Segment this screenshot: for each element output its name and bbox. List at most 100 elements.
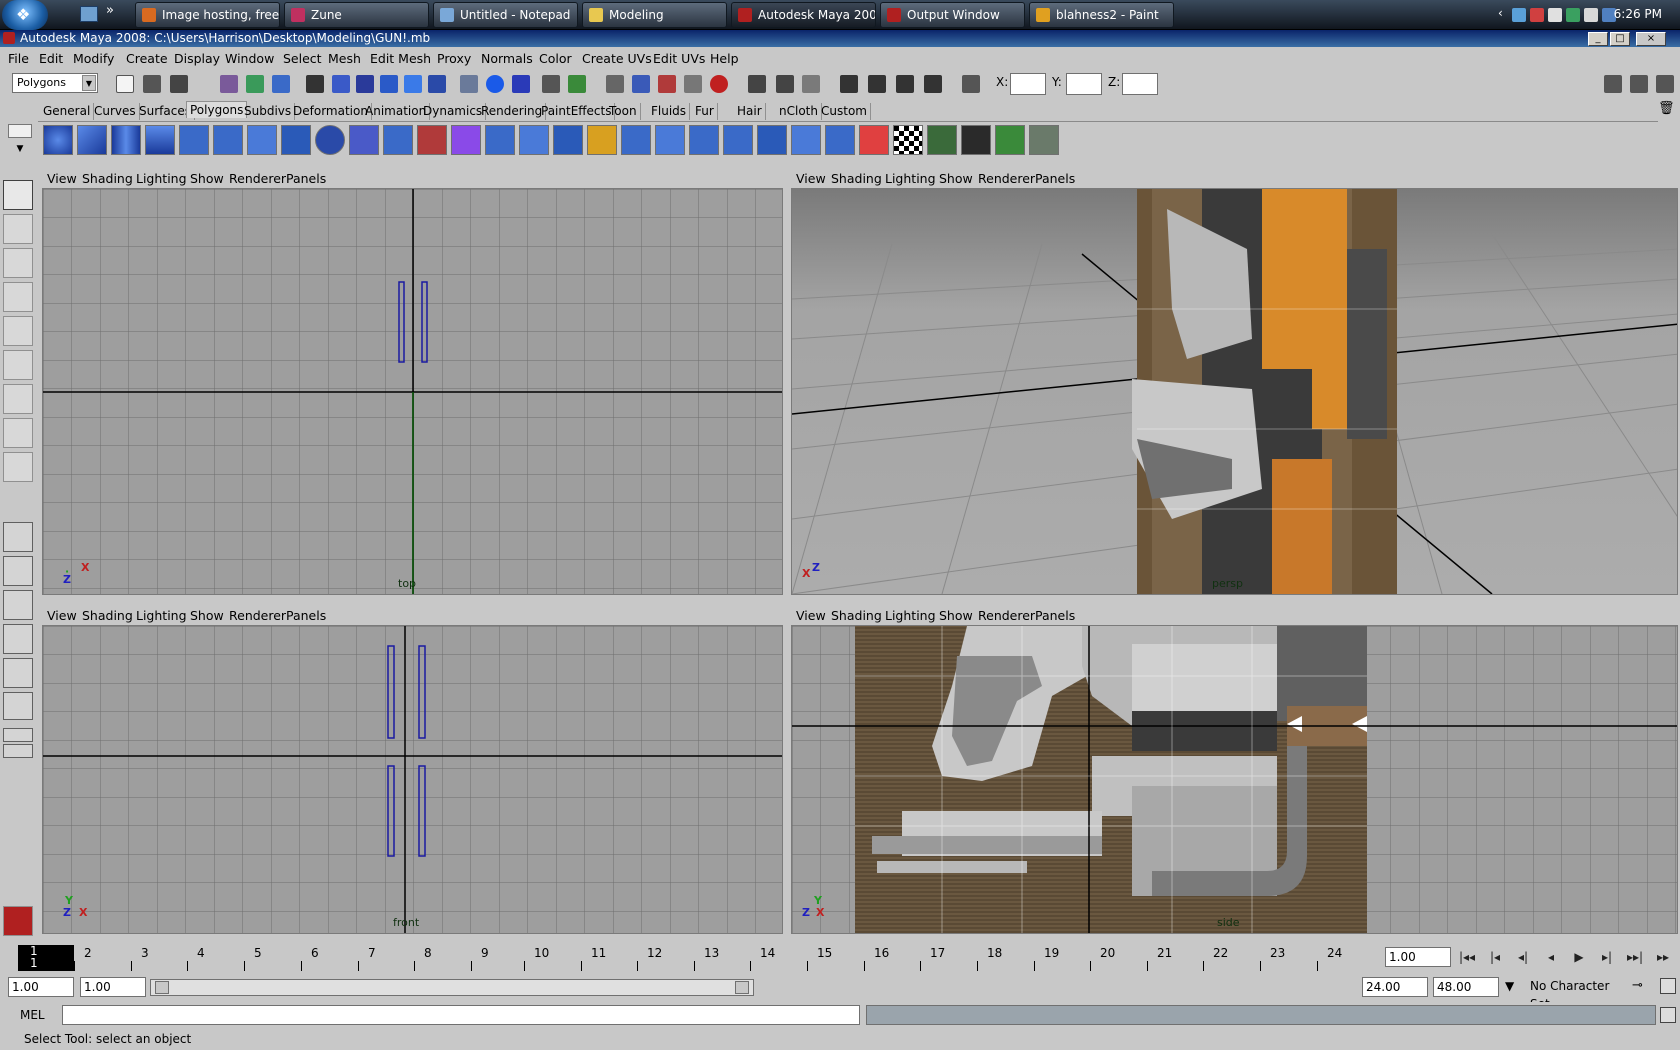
vp-menu-shading[interactable]: Shading [82,608,133,623]
checker-icon[interactable] [893,125,923,155]
vp-menu-shading[interactable]: Shading [82,171,133,186]
menu-help[interactable]: Help [710,51,739,66]
start-time-field[interactable]: 1.00 [8,977,74,997]
tab-polygons[interactable]: Polygons [186,101,248,118]
uv-texture-editor-icon[interactable] [927,125,957,155]
range-start-handle[interactable] [155,981,169,994]
time-slider-track[interactable]: 11 2 3 4 5 6 7 8 9 10 11 12 13 14 15 16 … [16,943,1368,973]
extrude-icon[interactable] [485,125,515,155]
play-forwards-button[interactable]: ▶ [1567,947,1591,967]
poly-plane-icon[interactable] [179,125,209,155]
tab-fluids[interactable]: Fluids [648,103,691,120]
range-slider-bar[interactable] [150,979,754,996]
show-manipulator-icon[interactable] [3,452,33,482]
vp-menu-view[interactable]: View [47,171,77,186]
select-curves-icon[interactable] [380,75,398,93]
split-polygon-icon[interactable] [587,125,617,155]
snap-view-plane-icon[interactable] [684,75,702,93]
network-icon[interactable] [1512,8,1526,22]
vp-menu-panels[interactable]: Panels [1035,171,1075,186]
mask-menu-icon[interactable] [306,75,324,93]
viewport-canvas[interactable]: · X Z top [42,188,783,595]
tab-subdivs[interactable]: Subdivs [241,103,296,120]
viewport-canvas[interactable]: Y Z X front [42,625,783,934]
poly-cylinder-icon[interactable] [111,125,141,155]
menu-window[interactable]: Window [225,51,274,66]
menu-set-select[interactable]: Polygons ▼ [12,73,98,93]
poly-cone-icon[interactable] [145,125,175,155]
vp-menu-renderer[interactable]: Renderer [978,608,1035,623]
clock[interactable]: 6:26 PM [1614,7,1662,21]
playback-start-field[interactable]: 1.00 [80,977,146,997]
go-to-end-button[interactable]: ▸▸ [1651,947,1675,967]
bevel-icon[interactable] [689,125,719,155]
current-frame-marker[interactable]: 11 [18,945,74,971]
animation-preferences-icon[interactable] [1660,978,1676,994]
tab-painteffects[interactable]: PaintEffects [538,103,616,120]
messenger-icon[interactable] [1548,8,1562,22]
select-handles-icon[interactable] [332,75,350,93]
poly-helix-icon[interactable] [315,125,345,155]
uv-layout-icon[interactable] [961,125,991,155]
menu-normals[interactable]: Normals [481,51,533,66]
lasso-tool-icon[interactable] [3,214,33,244]
smooth-icon[interactable] [451,125,481,155]
snap-grid-icon[interactable] [606,75,624,93]
current-time-field[interactable]: 1.00 [1385,947,1451,967]
menu-modify[interactable]: Modify [73,51,114,66]
render-current-frame-icon[interactable] [868,75,886,93]
vp-menu-lighting[interactable]: Lighting [136,608,187,623]
task-image-hosting[interactable]: Image hosting, free ... [135,2,280,28]
vp-menu-renderer[interactable]: Renderer [978,171,1035,186]
custom-layout-1-icon[interactable] [3,728,33,742]
single-perspective-layout-icon[interactable] [3,522,33,552]
tab-curves[interactable]: Curves [91,103,140,120]
move-tool-icon[interactable] [3,282,33,312]
rotate-tool-icon[interactable] [3,316,33,346]
tab-hair[interactable]: Hair [734,103,766,120]
menu-create-uvs[interactable]: Create UVs [582,51,652,66]
tab-ncloth[interactable]: nCloth [776,103,822,120]
render-view-icon[interactable] [840,75,858,93]
go-to-start-button[interactable]: |◂◂ [1455,947,1479,967]
snap-point-icon[interactable] [658,75,676,93]
select-surfaces-icon[interactable] [404,75,422,93]
step-forward-frame-button[interactable]: ▸| [1595,947,1619,967]
vp-menu-lighting[interactable]: Lighting [136,171,187,186]
y-field[interactable] [1066,73,1102,95]
shelf-menu-button[interactable]: ▼ [8,124,32,166]
maximize-button[interactable]: □ [1610,32,1630,46]
custom-layout-2-icon[interactable] [3,744,33,758]
uv-tool-icon[interactable] [1029,125,1059,155]
paint-select-tool-icon[interactable] [3,248,33,278]
tab-general[interactable]: General [40,103,95,120]
menu-edit[interactable]: Edit [39,51,63,66]
z-field[interactable] [1122,73,1158,95]
tab-dynamics[interactable]: Dynamics [420,103,487,120]
poly-torus-icon[interactable] [213,125,243,155]
poly-cube-icon[interactable] [77,125,107,155]
highlight-selection-icon[interactable] [568,75,586,93]
bridge-icon[interactable] [519,125,549,155]
play-backwards-button[interactable]: ◂ [1539,947,1563,967]
tool-settings-icon[interactable] [1630,75,1648,93]
maya-icon[interactable] [3,32,15,44]
lock-selection-icon[interactable] [542,75,560,93]
tab-toon[interactable]: Toon [606,103,641,120]
merge-icon[interactable] [723,125,753,155]
poly-prism-icon[interactable] [247,125,277,155]
hypershade-layout-icon[interactable] [3,658,33,688]
chevron-down-icon[interactable]: ▼ [1505,979,1514,993]
show-desktop-icon[interactable] [80,6,98,22]
task-zune[interactable]: Zune [284,2,429,28]
vp-menu-shading[interactable]: Shading [831,608,882,623]
select-rendering-icon[interactable] [486,75,504,93]
gun-texture[interactable] [855,626,1367,933]
select-tool-icon[interactable] [3,180,33,210]
close-button[interactable]: × [1636,32,1666,46]
character-set-menu[interactable]: No Character Set [1527,977,1627,1011]
connection-icon[interactable] [1566,8,1580,22]
step-back-key-button[interactable]: |◂ [1483,947,1507,967]
vp-menu-shading[interactable]: Shading [831,171,882,186]
append-polygon-icon[interactable] [553,125,583,155]
